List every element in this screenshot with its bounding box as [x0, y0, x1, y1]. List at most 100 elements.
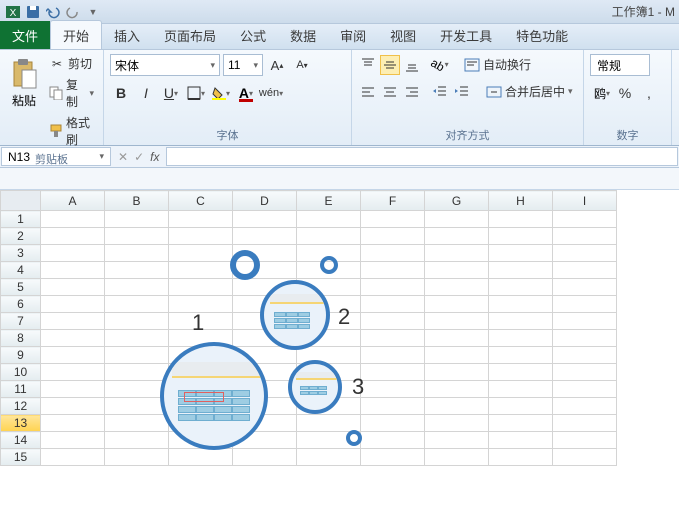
cell-G4[interactable] — [425, 262, 489, 279]
cell-B12[interactable] — [105, 398, 169, 415]
cell-G11[interactable] — [425, 381, 489, 398]
cell-G9[interactable] — [425, 347, 489, 364]
cell-E1[interactable] — [297, 211, 361, 228]
undo-icon[interactable] — [44, 3, 62, 21]
phonetic-button[interactable]: wén▾ — [260, 82, 282, 104]
cell-H4[interactable] — [489, 262, 553, 279]
formula-input[interactable] — [166, 147, 678, 166]
cell-B9[interactable] — [105, 347, 169, 364]
cell-A8[interactable] — [41, 330, 105, 347]
cell-A11[interactable] — [41, 381, 105, 398]
align-center-icon[interactable] — [380, 82, 400, 102]
cell-I13[interactable] — [553, 415, 617, 432]
percent-icon[interactable]: % — [614, 82, 636, 104]
row-head-2[interactable]: 2 — [1, 228, 41, 245]
cell-B11[interactable] — [105, 381, 169, 398]
col-head-D[interactable]: D — [233, 191, 297, 211]
cell-A10[interactable] — [41, 364, 105, 381]
cell-A3[interactable] — [41, 245, 105, 262]
cell-G1[interactable] — [425, 211, 489, 228]
cancel-icon[interactable]: ✕ — [118, 150, 128, 164]
font-color-button[interactable]: A▾ — [235, 82, 257, 104]
col-head-B[interactable]: B — [105, 191, 169, 211]
cell-G13[interactable] — [425, 415, 489, 432]
cell-G14[interactable] — [425, 432, 489, 449]
cell-B5[interactable] — [105, 279, 169, 296]
cell-I5[interactable] — [553, 279, 617, 296]
enter-icon[interactable]: ✓ — [134, 150, 144, 164]
cell-H6[interactable] — [489, 296, 553, 313]
cell-B15[interactable] — [105, 449, 169, 466]
increase-font-icon[interactable]: A▴ — [266, 54, 288, 76]
decrease-indent-icon[interactable] — [430, 82, 450, 102]
cell-H1[interactable] — [489, 211, 553, 228]
cut-button[interactable]: ✂剪切 — [46, 54, 97, 73]
cell-G8[interactable] — [425, 330, 489, 347]
cell-C1[interactable] — [169, 211, 233, 228]
bold-button[interactable]: B — [110, 82, 132, 104]
italic-button[interactable]: I — [135, 82, 157, 104]
cell-A15[interactable] — [41, 449, 105, 466]
col-head-F[interactable]: F — [361, 191, 425, 211]
col-head-C[interactable]: C — [169, 191, 233, 211]
tab-review[interactable]: 审阅 — [328, 21, 378, 49]
cell-H15[interactable] — [489, 449, 553, 466]
comma-icon[interactable]: , — [638, 82, 660, 104]
tab-data[interactable]: 数据 — [278, 21, 328, 49]
currency-icon[interactable]: 鸥▾ — [590, 82, 612, 104]
cell-G7[interactable] — [425, 313, 489, 330]
excel-icon[interactable]: X — [4, 3, 22, 21]
row-head-10[interactable]: 10 — [1, 364, 41, 381]
cell-A14[interactable] — [41, 432, 105, 449]
spreadsheet-grid[interactable]: ABCDEFGHI123456789101112131415 1 — [0, 190, 679, 515]
cell-F2[interactable] — [361, 228, 425, 245]
row-head-12[interactable]: 12 — [1, 398, 41, 415]
cell-H7[interactable] — [489, 313, 553, 330]
smartart-node-1[interactable] — [160, 342, 268, 450]
select-all-corner[interactable] — [1, 191, 41, 211]
cell-B10[interactable] — [105, 364, 169, 381]
cell-A7[interactable] — [41, 313, 105, 330]
smartart-graphic[interactable]: 1 2 3 — [160, 250, 420, 470]
row-head-13[interactable]: 13 — [1, 415, 41, 432]
col-head-A[interactable]: A — [41, 191, 105, 211]
orientation-icon[interactable]: ab▾ — [430, 55, 450, 75]
cell-D1[interactable] — [233, 211, 297, 228]
row-head-7[interactable]: 7 — [1, 313, 41, 330]
cell-H13[interactable] — [489, 415, 553, 432]
cell-I4[interactable] — [553, 262, 617, 279]
cell-I11[interactable] — [553, 381, 617, 398]
row-head-15[interactable]: 15 — [1, 449, 41, 466]
underline-button[interactable]: U▾ — [160, 82, 182, 104]
cell-B4[interactable] — [105, 262, 169, 279]
cell-H11[interactable] — [489, 381, 553, 398]
tab-insert[interactable]: 插入 — [102, 21, 152, 49]
paste-button[interactable]: 粘贴 — [6, 54, 42, 149]
cell-I1[interactable] — [553, 211, 617, 228]
cell-I9[interactable] — [553, 347, 617, 364]
cell-A6[interactable] — [41, 296, 105, 313]
copy-button[interactable]: 复制▾ — [46, 75, 97, 111]
col-head-H[interactable]: H — [489, 191, 553, 211]
col-head-E[interactable]: E — [297, 191, 361, 211]
cell-B1[interactable] — [105, 211, 169, 228]
row-head-5[interactable]: 5 — [1, 279, 41, 296]
cell-F1[interactable] — [361, 211, 425, 228]
cell-I8[interactable] — [553, 330, 617, 347]
cell-B6[interactable] — [105, 296, 169, 313]
cell-H5[interactable] — [489, 279, 553, 296]
tab-developer[interactable]: 开发工具 — [428, 21, 504, 49]
smartart-node-2[interactable] — [260, 280, 330, 350]
cell-I2[interactable] — [553, 228, 617, 245]
cell-H8[interactable] — [489, 330, 553, 347]
row-head-8[interactable]: 8 — [1, 330, 41, 347]
cell-D2[interactable] — [233, 228, 297, 245]
cell-A2[interactable] — [41, 228, 105, 245]
cell-A5[interactable] — [41, 279, 105, 296]
cell-B8[interactable] — [105, 330, 169, 347]
tab-features[interactable]: 特色功能 — [504, 21, 580, 49]
cell-A13[interactable] — [41, 415, 105, 432]
cell-I15[interactable] — [553, 449, 617, 466]
col-head-I[interactable]: I — [553, 191, 617, 211]
align-bottom-icon[interactable] — [402, 55, 422, 75]
